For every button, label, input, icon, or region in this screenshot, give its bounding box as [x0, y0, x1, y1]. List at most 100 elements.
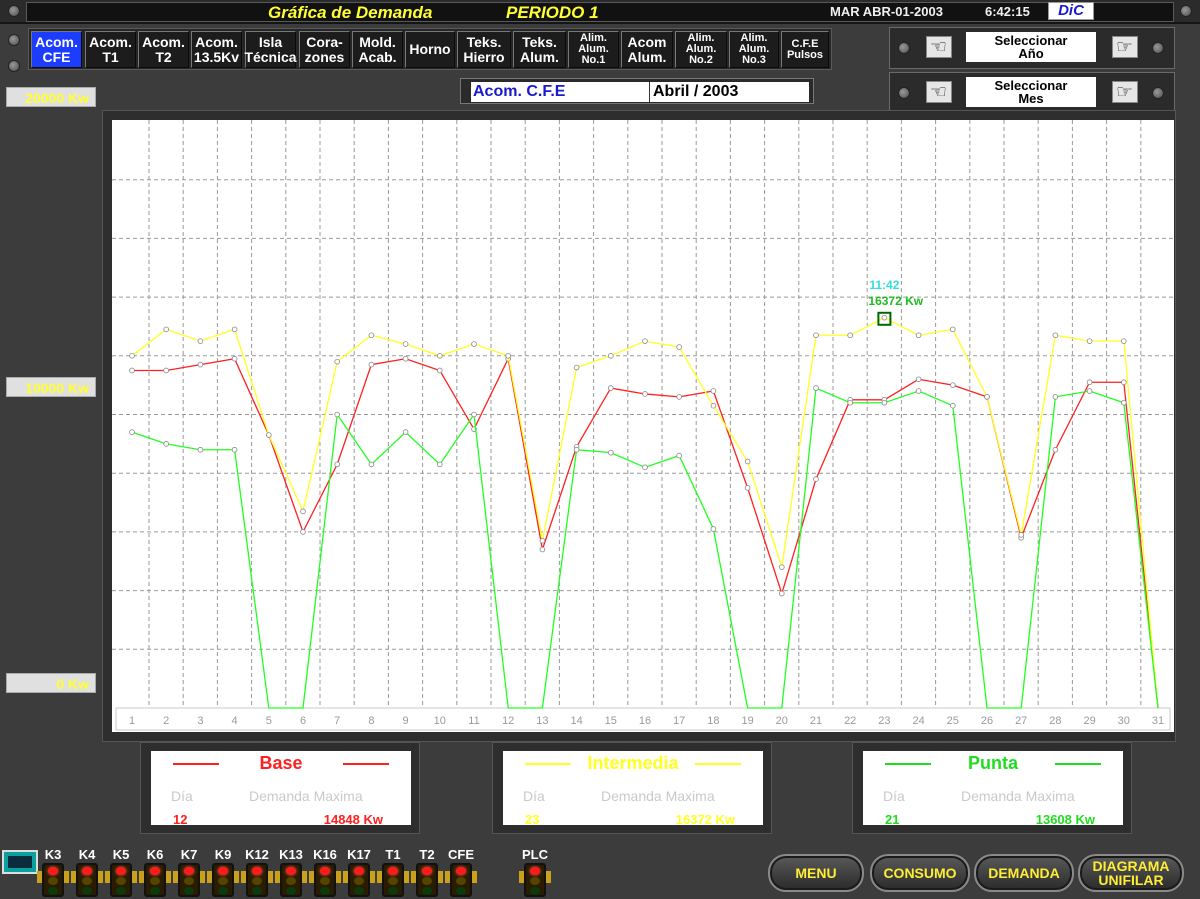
data-point-base [642, 391, 648, 397]
data-point-intermedia [676, 344, 682, 350]
data-point-base [368, 361, 375, 368]
data-point-base [813, 476, 819, 482]
x-tick-label: 5 [266, 715, 272, 727]
data-point-intermedia [573, 364, 580, 371]
tab-alim-alum-no-1[interactable]: Alim. Alum. No.1 [568, 31, 619, 68]
x-tick-label: 27 [1015, 715, 1027, 727]
plc-status-main[interactable]: PLC [519, 847, 551, 897]
year-prev-hand-icon[interactable] [926, 36, 952, 58]
traffic-light-icon [139, 863, 171, 897]
tab-acom-t2[interactable]: Acom. T2 [138, 31, 189, 68]
data-point-punta [607, 449, 614, 456]
x-tick-label: 25 [947, 715, 959, 727]
plc-status-k7[interactable]: K7 [173, 847, 205, 897]
tab-acom-cfe[interactable]: Acom. CFE [31, 31, 82, 68]
data-point-intermedia [949, 326, 956, 333]
diagrama-unifilar-button[interactable]: DIAGRAMA UNIFILAR [1078, 854, 1184, 892]
plc-status-cfe[interactable]: CFE [445, 847, 477, 897]
consumo-button[interactable]: CONSUMO [870, 854, 970, 892]
selected-month: Abril / 2003 [649, 82, 809, 102]
date-label: MAR ABR-01-2003 [830, 4, 943, 19]
data-point-base [778, 590, 785, 597]
tab-alim-alum-no-3[interactable]: Alim. Alum. No.3 [729, 31, 779, 68]
period-label: PERIODO 1 [506, 3, 599, 22]
data-point-punta [676, 452, 682, 459]
traffic-light-icon [377, 863, 409, 897]
plc-status-k5[interactable]: K5 [105, 847, 137, 897]
data-point-punta [1120, 399, 1127, 406]
data-point-intermedia [778, 564, 785, 570]
tab-alim-alum-no-2[interactable]: Alim. Alum. No.2 [675, 31, 727, 68]
data-point-intermedia [129, 353, 135, 359]
data-point-punta [334, 411, 341, 418]
menu-button[interactable]: MENU [768, 854, 864, 892]
data-point-intermedia [402, 341, 409, 347]
tab-c-f-e-pulsos[interactable]: C.F.E Pulsos [781, 31, 829, 68]
screw-icon [8, 60, 20, 72]
tab-teks-alum[interactable]: Teks. Alum. [513, 31, 566, 68]
legend-demand-value: 13608 Kw [1035, 812, 1095, 827]
demanda-button[interactable]: DEMANDA [974, 854, 1074, 892]
demand-chart-svg: 1 2 3 4 5 6 7 8 9 10 11 12 13 14 15 16 17 18 19 20 21 22 23 24 2… [112, 120, 1176, 731]
legend-panel: Intermedia Día Demanda Maxima 23 16372 Kw [503, 751, 763, 827]
data-point-punta [813, 385, 819, 391]
plc-status-k13[interactable]: K13 [275, 847, 307, 897]
traffic-light-icon [173, 863, 205, 897]
tab-cora-zones[interactable]: Cora- zones [299, 31, 350, 68]
area-tab-bar: Acom. CFE Acom. T1 Acom. T2 Acom. 13.5Kv Isl… [28, 28, 832, 70]
traffic-light-icon [309, 863, 341, 897]
month-prev-hand-icon[interactable] [926, 81, 952, 103]
month-next-hand-icon[interactable] [1112, 81, 1138, 103]
data-point-intermedia [915, 332, 922, 339]
x-tick-label: 16 [639, 715, 651, 727]
month-selector: Seleccionar Mes [889, 72, 1175, 114]
traffic-light-icon [105, 863, 137, 897]
tab-horno[interactable]: Horno [405, 31, 455, 68]
traffic-light-icon [37, 863, 69, 897]
plc-status-t1[interactable]: T1 [377, 847, 409, 897]
year-next-hand-icon[interactable] [1112, 36, 1138, 58]
legend-title: Base [259, 753, 303, 773]
data-point-intermedia [436, 353, 443, 359]
legend-demand-value: 14848 Kw [323, 812, 383, 827]
data-point-punta [1052, 394, 1059, 400]
plc-status-k9[interactable]: K9 [207, 847, 239, 897]
x-tick-label: 26 [981, 715, 993, 727]
tab-acom-t1[interactable]: Acom. T1 [85, 31, 136, 68]
company-logo: DiC [1048, 2, 1094, 20]
tab-teks-hierro[interactable]: Teks. Hierro [457, 31, 511, 68]
marker-time-label: 11:42 [869, 278, 899, 292]
x-tick-label: 15 [605, 715, 617, 727]
tab-acom-13-5kv[interactable]: Acom. 13.5Kv [191, 31, 242, 68]
plc-status-k16[interactable]: K16 [309, 847, 341, 897]
x-tick-label: 23 [878, 715, 890, 727]
plc-status-k3[interactable]: K3 [37, 847, 69, 897]
traffic-light-icon [343, 863, 375, 897]
legend-demand-header: Demanda Maxima [961, 788, 1075, 804]
data-point-punta [197, 446, 204, 453]
plc-status-t2[interactable]: T2 [411, 847, 443, 897]
data-point-base [1120, 379, 1127, 386]
x-tick-label: 21 [810, 715, 822, 727]
data-point-intermedia [334, 358, 341, 365]
x-tick-label: 10 [434, 715, 446, 727]
x-tick-label: 30 [1118, 715, 1130, 727]
data-point-intermedia [1086, 338, 1093, 344]
data-point-base [949, 382, 956, 388]
plc-status-k17[interactable]: K17 [343, 847, 375, 897]
data-point-punta [402, 429, 409, 435]
plc-status-k6[interactable]: K6 [139, 847, 171, 897]
plc-status-k4[interactable]: K4 [71, 847, 103, 897]
x-tick-label: 3 [197, 715, 203, 727]
tab-acom-alum[interactable]: Acom Alum. [621, 31, 673, 68]
y-axis-min-label: 0 Kw [6, 673, 96, 693]
x-tick-label: 18 [707, 715, 719, 727]
plc-status-k12[interactable]: K12 [241, 847, 273, 897]
data-point-punta [471, 411, 477, 418]
data-point-intermedia [471, 341, 477, 347]
data-point-punta [368, 461, 375, 468]
tab-isla-técnica[interactable]: Isla Técnica [244, 31, 297, 68]
tab-mold-acab[interactable]: Mold. Acab. [352, 31, 403, 68]
x-tick-label: 31 [1152, 715, 1164, 727]
legend-day-header: Día [171, 788, 193, 804]
